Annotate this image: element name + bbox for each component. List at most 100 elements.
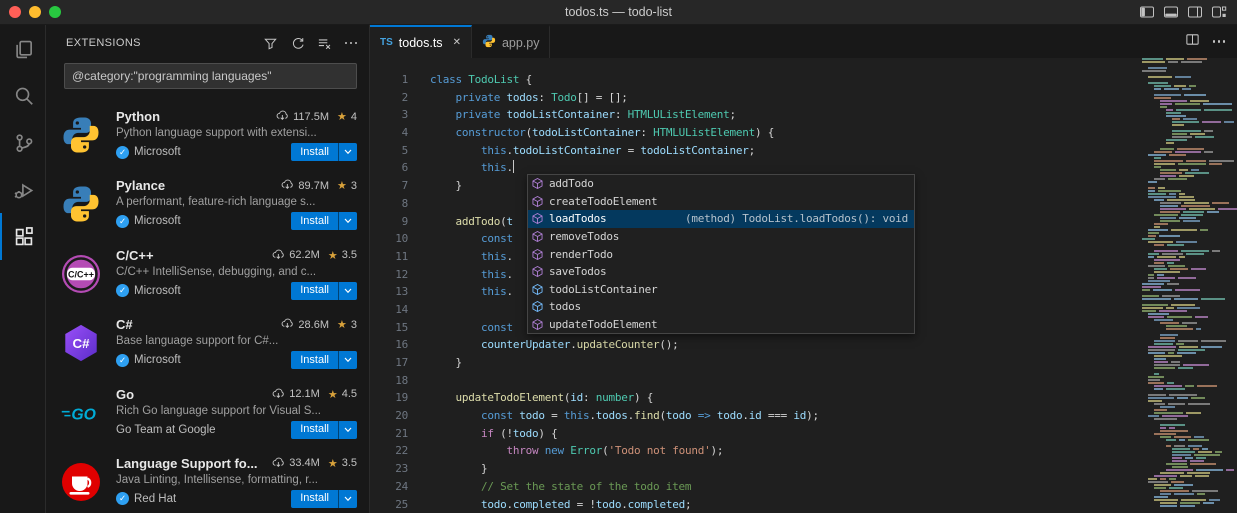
split-editor-icon[interactable] xyxy=(1185,32,1200,52)
python-logo-icon xyxy=(61,115,101,155)
more-actions-icon[interactable] xyxy=(343,35,359,51)
install-button-label[interactable]: Install xyxy=(291,421,338,439)
suggest-item-removeTodos[interactable]: removeTodos xyxy=(528,228,914,246)
search-icon xyxy=(13,85,35,107)
minimize-window-button[interactable] xyxy=(29,6,41,18)
svg-text:C/C++: C/C++ xyxy=(68,269,94,279)
extension-name: Python xyxy=(116,109,160,124)
download-count: 33.4M xyxy=(289,457,320,469)
activity-item-explorer[interactable] xyxy=(0,25,45,72)
refresh-icon[interactable] xyxy=(289,35,305,51)
extension-row[interactable]: C/C++ C/C++ 62.2M ★ 3.5 C/C++ IntelliSen… xyxy=(46,242,369,311)
download-count-icon xyxy=(281,179,294,192)
suggest-item-saveTodos[interactable]: saveTodos xyxy=(528,263,914,281)
source-control-icon xyxy=(13,132,35,154)
filter-icon[interactable] xyxy=(262,35,278,51)
activity-item-search[interactable] xyxy=(0,72,45,119)
line-number: 22 xyxy=(370,442,408,460)
sidebar-title: EXTENSIONS xyxy=(66,37,141,49)
code-line: 3 private todoListContainer: HTMLUListEl… xyxy=(370,106,1237,124)
extension-icon: C/C++ xyxy=(60,253,102,295)
code-line: 16 counterUpdater.updateCounter(); xyxy=(370,336,1237,354)
extension-icon xyxy=(60,183,102,225)
svg-text:GO: GO xyxy=(71,406,96,423)
suggest-label: saveTodos xyxy=(549,265,606,278)
extension-name: Language Support fo... xyxy=(116,456,258,471)
install-dropdown-icon[interactable] xyxy=(338,351,357,369)
install-button-label[interactable]: Install xyxy=(291,143,338,161)
install-button[interactable]: Install xyxy=(291,351,357,369)
extension-stats: 89.7M ★ 3 xyxy=(275,179,357,192)
install-dropdown-icon[interactable] xyxy=(338,143,357,161)
rating-value: 3 xyxy=(351,319,357,331)
toggle-secondary-sidebar-icon[interactable] xyxy=(1186,4,1203,21)
activity-item-run-and-debug[interactable] xyxy=(0,166,45,213)
extensions-list: Python 117.5M ★ 4 Python language suppor… xyxy=(46,96,369,513)
extension-stats: 33.4M ★ 3.5 xyxy=(266,457,357,470)
install-dropdown-icon[interactable] xyxy=(338,282,357,300)
window-controls xyxy=(9,6,61,18)
star-icon: ★ xyxy=(337,179,347,192)
suggest-item-todoListContainer[interactable]: todoListContainer xyxy=(528,281,914,299)
install-dropdown-icon[interactable] xyxy=(338,421,357,439)
install-button-label[interactable]: Install xyxy=(291,351,338,369)
close-window-button[interactable] xyxy=(9,6,21,18)
close-tab-icon[interactable]: ✕ xyxy=(453,37,461,48)
line-number: 6 xyxy=(370,159,408,177)
install-button[interactable]: Install xyxy=(291,421,357,439)
suggest-item-loadTodos[interactable]: loadTodos(method) TodoList.loadTodos(): … xyxy=(528,210,914,228)
install-button[interactable]: Install xyxy=(291,282,357,300)
extension-row[interactable]: Language Support fo... 33.4M ★ 3.5 Java … xyxy=(46,450,369,513)
code-line: 17 } xyxy=(370,354,1237,372)
extension-stats: 12.1M ★ 4.5 xyxy=(266,388,357,401)
rating-value: 4 xyxy=(351,111,357,123)
code-editor[interactable]: 1class TodoList {2 private todos: Todo[]… xyxy=(370,58,1237,513)
extensions-search-input[interactable] xyxy=(64,63,357,89)
download-count-icon xyxy=(281,318,294,331)
install-button-label[interactable]: Install xyxy=(291,490,338,508)
suggest-item-addTodo[interactable]: addTodo xyxy=(528,175,914,193)
tab-app-py[interactable]: app.py xyxy=(472,25,551,58)
extension-description: Rich Go language support for Visual S... xyxy=(116,405,357,417)
code-line: 25 todo.completed = !todo.completed; xyxy=(370,496,1237,513)
suggest-item-createTodoElement[interactable]: createTodoElement xyxy=(528,193,914,211)
symbol-field-icon xyxy=(531,300,549,313)
rating-value: 3.5 xyxy=(342,249,357,261)
download-count: 89.7M xyxy=(298,180,329,192)
extension-row[interactable]: Python 117.5M ★ 4 Python language suppor… xyxy=(46,103,369,172)
extension-row[interactable]: Pylance 89.7M ★ 3 A performant, feature-… xyxy=(46,172,369,241)
suggest-item-updateTodoElement[interactable]: updateTodoElement xyxy=(528,316,914,334)
activity-item-extensions[interactable] xyxy=(0,213,45,260)
minimap[interactable] xyxy=(1138,58,1237,513)
extension-description: Base language support for C#... xyxy=(116,335,357,347)
activity-item-source-control[interactable] xyxy=(0,119,45,166)
extension-row[interactable]: GO Go 12.1M ★ 4.5 Rich Go language suppo… xyxy=(46,381,369,450)
zoom-window-button[interactable] xyxy=(49,6,61,18)
line-number: 3 xyxy=(370,106,408,124)
python-logo-icon xyxy=(61,184,101,224)
symbol-method-icon xyxy=(531,195,549,208)
symbol-method-icon xyxy=(531,248,549,261)
toggle-primary-sidebar-icon[interactable] xyxy=(1138,4,1155,21)
customize-layout-icon[interactable] xyxy=(1210,4,1227,21)
install-dropdown-icon[interactable] xyxy=(338,212,357,230)
extension-name: C# xyxy=(116,317,133,332)
rating-value: 4.5 xyxy=(342,388,357,400)
extension-row[interactable]: C# C# 28.6M ★ 3 Base language support fo… xyxy=(46,311,369,380)
download-count: 62.2M xyxy=(289,249,320,261)
install-button-label[interactable]: Install xyxy=(291,212,338,230)
extension-description: A performant, feature-rich language s... xyxy=(116,196,357,208)
suggest-item-renderTodo[interactable]: renderTodo xyxy=(528,245,914,263)
install-button-label[interactable]: Install xyxy=(291,282,338,300)
code-line: 19 updateTodoElement(id: number) { xyxy=(370,389,1237,407)
install-dropdown-icon[interactable] xyxy=(338,490,357,508)
suggest-item-todos[interactable]: todos xyxy=(528,298,914,316)
install-button[interactable]: Install xyxy=(291,212,357,230)
toggle-panel-icon[interactable] xyxy=(1162,4,1179,21)
install-button[interactable]: Install xyxy=(291,143,357,161)
clear-search-results-icon[interactable] xyxy=(316,35,332,51)
tab-todos-ts[interactable]: TS todos.ts ✕ xyxy=(370,25,472,58)
extension-name: Go xyxy=(116,387,134,402)
install-button[interactable]: Install xyxy=(291,490,357,508)
editor-more-actions-icon[interactable] xyxy=(1213,40,1226,43)
